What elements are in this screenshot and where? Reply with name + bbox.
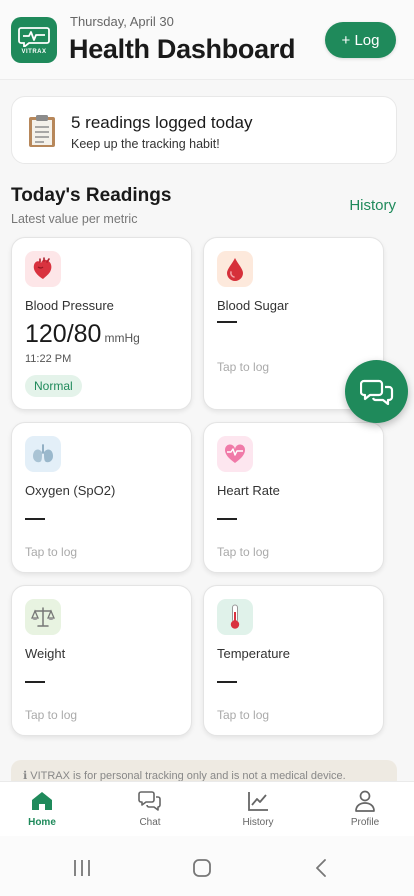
system-navigation-bar [0,836,414,896]
empty-value-dash [217,518,237,520]
scale-icon [25,599,61,635]
pulse-chat-icon [18,27,50,47]
summary-subtitle: Keep up the tracking habit! [71,137,220,151]
readings-section-subtitle: Latest value per metric [11,212,138,226]
blood-drop-icon [217,251,253,287]
card-label: Oxygen (SpO2) [25,483,116,498]
reading-card-temperature[interactable]: Temperature Tap to log [203,585,384,736]
nav-item-history[interactable]: History [218,782,298,837]
tap-to-log-hint: Tap to log [217,708,270,722]
home-system-icon[interactable] [192,859,212,877]
recent-apps-icon[interactable] [72,859,92,877]
reading-card-heart-rate[interactable]: Heart Rate Tap to log [203,422,384,573]
nav-label: History [242,817,274,828]
home-icon [32,792,52,810]
tap-to-log-hint: Tap to log [217,545,270,559]
card-label: Temperature [217,646,290,661]
chat-bubbles-icon [359,379,393,405]
nav-item-chat[interactable]: Chat [110,782,190,837]
summary-card: 5 readings logged today Keep up the trac… [11,96,397,164]
status-badge: Normal [25,375,82,397]
bottom-navigation: Home Chat History Profile [0,781,414,836]
reading-card-weight[interactable]: Weight Tap to log [11,585,192,736]
card-label: Blood Pressure [25,298,114,313]
tap-to-log-hint: Tap to log [25,708,78,722]
empty-value-dash [25,518,45,520]
current-date: Thursday, April 30 [70,14,174,29]
nav-item-home[interactable]: Home [2,782,82,837]
heart-pulse-icon [217,436,253,472]
empty-value-dash [217,681,237,683]
page-title: Health Dashboard [69,34,296,64]
app-header: VITRAX Thursday, April 30 Health Dashboa… [0,0,414,80]
nav-label: Chat [139,817,161,828]
empty-value-dash [217,321,237,323]
history-chart-icon [248,792,268,811]
reading-card-blood-pressure[interactable]: Blood Pressure 120/80 mmHg 11:22 PM Norma… [11,237,192,410]
nav-label: Home [28,817,56,828]
summary-title: 5 readings logged today [71,113,253,132]
empty-value-dash [25,681,45,683]
card-label: Weight [25,646,66,661]
history-link[interactable]: History [349,197,396,214]
card-label: Heart Rate [217,483,280,498]
logo-text: VITRAX [21,49,47,55]
reading-card-oxygen[interactable]: Oxygen (SpO2) Tap to log [11,422,192,573]
chat-fab-button[interactable] [345,360,408,423]
nav-item-profile[interactable]: Profile [325,782,405,837]
thermometer-icon [217,599,253,635]
tap-to-log-hint: Tap to log [217,360,270,374]
clipboard-icon [29,115,55,147]
heart-organ-icon [25,251,61,287]
card-value-number: 120/80 [25,320,102,348]
lungs-icon [25,436,61,472]
app-logo: VITRAX [11,17,57,63]
nav-label: Profile [350,817,380,828]
readings-section-title: Today's Readings [11,185,172,206]
card-label: Blood Sugar [217,298,289,313]
card-timestamp: 11:22 PM [25,353,72,365]
log-button[interactable]: + Log [325,22,396,58]
tap-to-log-hint: Tap to log [25,545,78,559]
card-unit: mmHg [104,331,140,345]
card-value: 120/80 mmHg [25,320,140,349]
chat-icon [138,791,161,811]
back-icon[interactable] [314,859,330,877]
profile-icon [355,790,375,812]
